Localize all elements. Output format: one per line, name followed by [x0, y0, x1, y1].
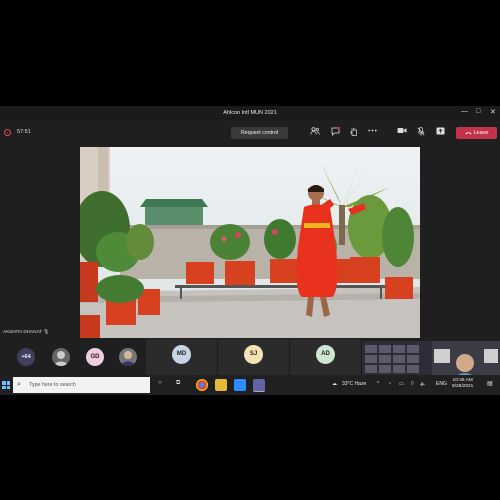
avatar[interactable]	[52, 348, 70, 366]
request-control-button[interactable]: Request control	[231, 127, 288, 139]
title-bar: Ahlcon Intl MUN 2021 — □ ✕	[0, 106, 500, 120]
taskbar-search-box[interactable]: ⌕ Type here to search	[13, 377, 150, 393]
windows-start-icon[interactable]	[2, 381, 10, 389]
avatar[interactable]	[119, 348, 137, 366]
tray-chevron-icon[interactable]: ^	[377, 381, 379, 387]
avatar-initials: AD	[316, 345, 335, 364]
chat-icon[interactable]	[329, 126, 341, 138]
window-title: Ahlcon Intl MUN 2021	[223, 110, 277, 116]
people-icon[interactable]	[309, 127, 321, 137]
meeting-timer: 57:51	[17, 129, 31, 135]
windows-taskbar: ⌕ Type here to search ○ ⧉ ☁ 33°C Haze ^ …	[0, 375, 500, 395]
language-indicator[interactable]: ENG	[436, 381, 447, 387]
search-placeholder: Type here to search	[29, 382, 76, 388]
shared-video-stage	[80, 147, 420, 338]
wifi-icon[interactable]: ⌔	[410, 381, 415, 387]
teams-app-icon[interactable]	[253, 379, 265, 392]
avatar-initials: MD	[172, 345, 191, 364]
avatar-initials[interactable]: GD	[86, 348, 104, 366]
meeting-toolbar: 57:51 Request control Leave	[0, 123, 500, 143]
mic-off-icon[interactable]	[415, 127, 427, 138]
mic-icon: 🎙	[43, 329, 50, 334]
battery-icon[interactable]: ▭	[399, 381, 404, 387]
cortana-icon[interactable]: ○	[158, 380, 162, 386]
weather-text[interactable]: 33°C Haze	[342, 381, 366, 387]
network-icon[interactable]: ◔	[388, 381, 391, 387]
clock-date: 8/28/2021	[452, 384, 474, 389]
leave-label: Leave	[473, 130, 489, 136]
chrome-app-icon[interactable]	[196, 379, 208, 391]
active-speaker-label: AKSHITA DHAGAT 🎙	[3, 329, 49, 335]
search-icon: ⌕	[17, 381, 21, 388]
weather-icon[interactable]: ☁	[332, 381, 337, 387]
more-icon[interactable]	[366, 127, 378, 134]
dance-performance-video	[80, 147, 420, 338]
leave-button[interactable]: Leave	[456, 127, 497, 139]
taskbar-clock[interactable]: 10:46 AM 8/28/2021	[452, 378, 473, 390]
zoom-app-icon[interactable]	[234, 379, 246, 391]
minimize-icon[interactable]: —	[461, 108, 468, 115]
volume-icon[interactable]: 🔈	[420, 381, 426, 387]
recording-icon	[4, 129, 11, 136]
raise-hand-icon[interactable]	[348, 127, 360, 138]
camera-icon[interactable]	[396, 127, 408, 136]
maximize-icon[interactable]: □	[476, 108, 480, 115]
avatar-initials: SJ	[244, 345, 263, 364]
speaker-name: AKSHITA DHAGAT	[3, 329, 43, 334]
shared-screen-thumbnail[interactable]	[362, 341, 500, 379]
file-explorer-icon[interactable]	[215, 379, 227, 391]
overflow-count-badge[interactable]: +64	[17, 348, 35, 366]
teams-meeting-window: Ahlcon Intl MUN 2021 — □ ✕ 57:51 Request…	[0, 106, 500, 395]
task-view-icon[interactable]: ⧉	[176, 380, 180, 387]
close-icon[interactable]: ✕	[490, 108, 496, 116]
notifications-icon[interactable]: ▤	[487, 380, 493, 387]
share-icon[interactable]	[434, 127, 446, 137]
